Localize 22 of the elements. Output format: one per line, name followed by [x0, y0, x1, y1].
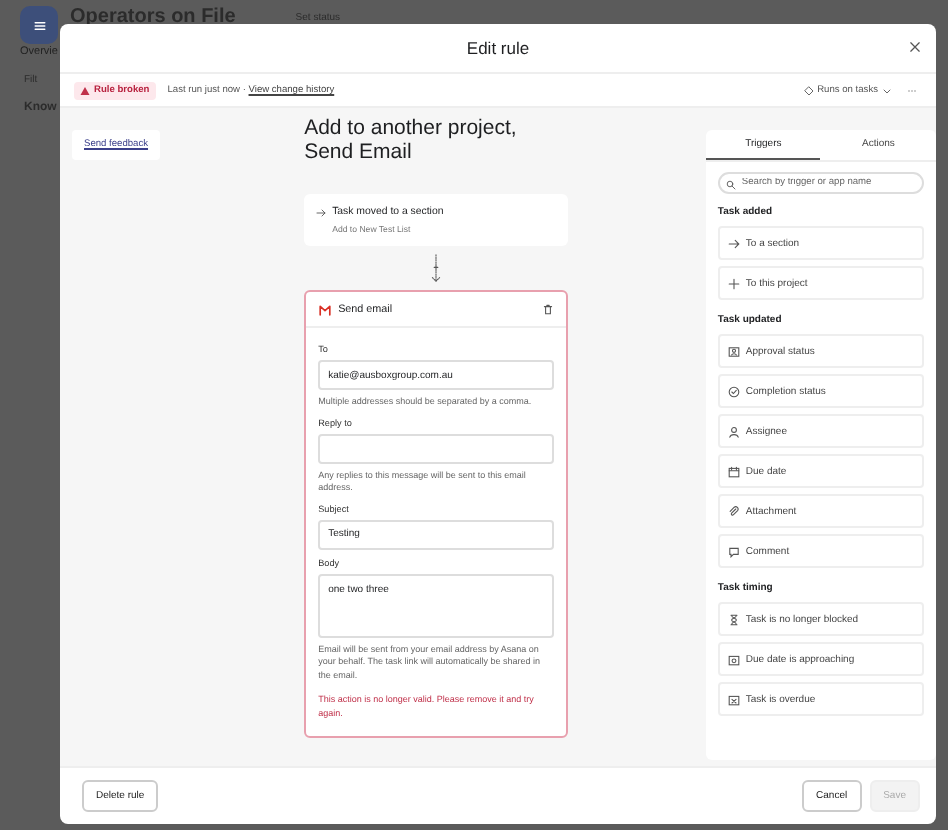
rule-title: Add to another project, Send Email — [304, 116, 519, 164]
warning-icon — [80, 85, 90, 95]
id-card-icon — [727, 345, 740, 357]
arrow-icon — [316, 207, 327, 217]
app-logo-icon[interactable] — [20, 6, 58, 44]
caret-icon — [882, 85, 892, 95]
close-button[interactable] — [906, 38, 924, 56]
hourglass-icon — [727, 613, 740, 625]
check-circle-icon — [727, 385, 740, 397]
arrow-icon — [727, 237, 740, 249]
calendar-x-icon — [727, 693, 740, 705]
person-icon — [727, 425, 740, 437]
delete-action-button[interactable] — [541, 302, 554, 316]
comment-icon — [727, 545, 740, 557]
calendar-icon — [727, 465, 740, 477]
input-field[interactable] — [318, 433, 554, 463]
calendar-clock-icon — [727, 653, 740, 665]
paperclip-icon — [727, 505, 740, 517]
diamond-icon — [803, 85, 814, 95]
gmail-icon — [318, 303, 333, 315]
dialog-title: Edit rule — [466, 38, 530, 58]
plus-icon — [727, 277, 740, 289]
